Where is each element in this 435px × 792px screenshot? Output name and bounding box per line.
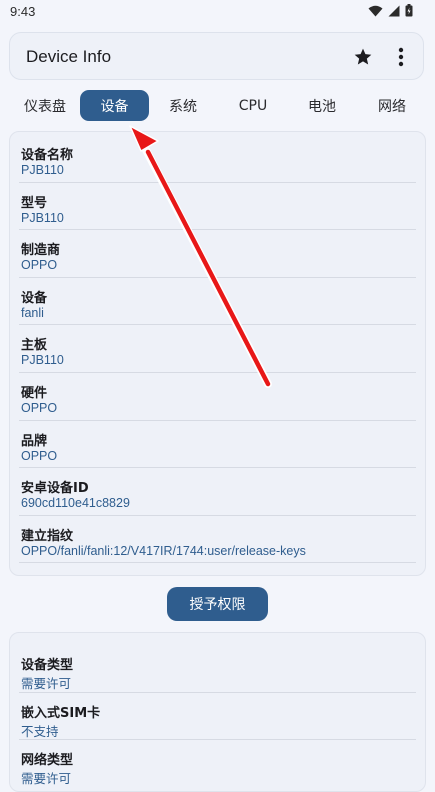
star-icon — [354, 48, 372, 65]
row-value: 需要许可 — [21, 677, 72, 691]
info-row-esim[interactable]: 嵌入式SIM卡 不支持 — [19, 693, 416, 741]
row-value: 690cd110e41c8829 — [21, 496, 130, 511]
row-value: 不支持 — [21, 724, 59, 739]
row-value: PJB110 — [21, 353, 64, 368]
info-row-brand[interactable]: 品牌 OPPO — [19, 421, 416, 469]
app-title: Device Info — [26, 47, 112, 66]
row-label: 设备名称 — [21, 148, 74, 163]
tab-system[interactable]: 系统 — [153, 90, 213, 121]
permission-info-card: 设备类型 需要许可 嵌入式SIM卡 不支持 网络类型 需要许可 — [9, 632, 426, 792]
tab-battery[interactable]: 电池 — [292, 90, 352, 121]
status-icons — [368, 4, 413, 17]
row-value: OPPO — [21, 448, 58, 463]
grant-permission-button[interactable]: 授予权限 — [167, 587, 268, 621]
row-value: OPPO — [21, 400, 58, 415]
row-value: PJB110 — [21, 163, 64, 177]
info-row-device-name[interactable]: 设备名称 PJB110 — [19, 135, 416, 183]
info-row-manufacturer[interactable]: 制造商 OPPO — [19, 230, 416, 278]
row-label: 网络类型 — [21, 753, 74, 769]
top-app-bar: Device Info — [9, 32, 424, 80]
row-value: PJB110 — [21, 210, 64, 225]
info-row-build-fingerprint[interactable]: 建立指纹 OPPO/fanli/fanli:12/V417IR/1744:use… — [19, 516, 416, 564]
info-row-device[interactable]: 设备 fanli — [19, 278, 416, 326]
status-bar: 9:43 — [0, 0, 435, 26]
row-label: 主板 — [21, 338, 48, 354]
row-label: 嵌入式SIM卡 — [21, 705, 101, 721]
row-value: OPPO — [21, 258, 58, 273]
row-label: 品牌 — [21, 433, 48, 449]
tab-cpu[interactable]: CPU — [221, 90, 285, 121]
tab-bar: 仪表盘 设备 系统 CPU 电池 网络 — [0, 90, 435, 122]
row-label: 设备 — [21, 290, 48, 306]
tab-dashboard[interactable]: 仪表盘 — [14, 90, 76, 121]
signal-icon — [388, 5, 400, 16]
info-row-device-type[interactable]: 设备类型 需要许可 — [19, 645, 416, 693]
row-label: 安卓设备ID — [21, 481, 89, 497]
info-row-network-type[interactable]: 网络类型 需要许可 — [19, 740, 416, 788]
row-value: fanli — [21, 305, 44, 320]
battery-icon — [405, 4, 413, 17]
row-label: 型号 — [21, 195, 48, 211]
info-row-model[interactable]: 型号 PJB110 — [19, 183, 416, 231]
wifi-icon — [368, 5, 383, 16]
tab-device[interactable]: 设备 — [80, 90, 149, 121]
row-label: 设备类型 — [21, 658, 74, 673]
row-label: 硬件 — [21, 385, 48, 401]
tab-network[interactable]: 网络 — [362, 90, 422, 121]
info-row-hardware[interactable]: 硬件 OPPO — [19, 373, 416, 421]
row-label: 制造商 — [21, 243, 61, 259]
status-time: 9:43 — [10, 4, 36, 19]
more-options-button[interactable] — [389, 45, 413, 69]
row-label: 建立指纹 — [21, 528, 74, 544]
info-row-android-id[interactable]: 安卓设备ID 690cd110e41c8829 — [19, 468, 416, 516]
row-value: OPPO/fanli/fanli:12/V417IR/1744:user/rel… — [21, 543, 306, 558]
device-info-card: 设备名称 PJB110 型号 PJB110 制造商 OPPO 设备 fanli … — [9, 131, 426, 576]
favorite-button[interactable] — [351, 45, 375, 69]
row-value: 需要许可 — [21, 772, 72, 787]
info-row-board[interactable]: 主板 PJB110 — [19, 325, 416, 373]
more-vert-icon — [398, 47, 404, 67]
